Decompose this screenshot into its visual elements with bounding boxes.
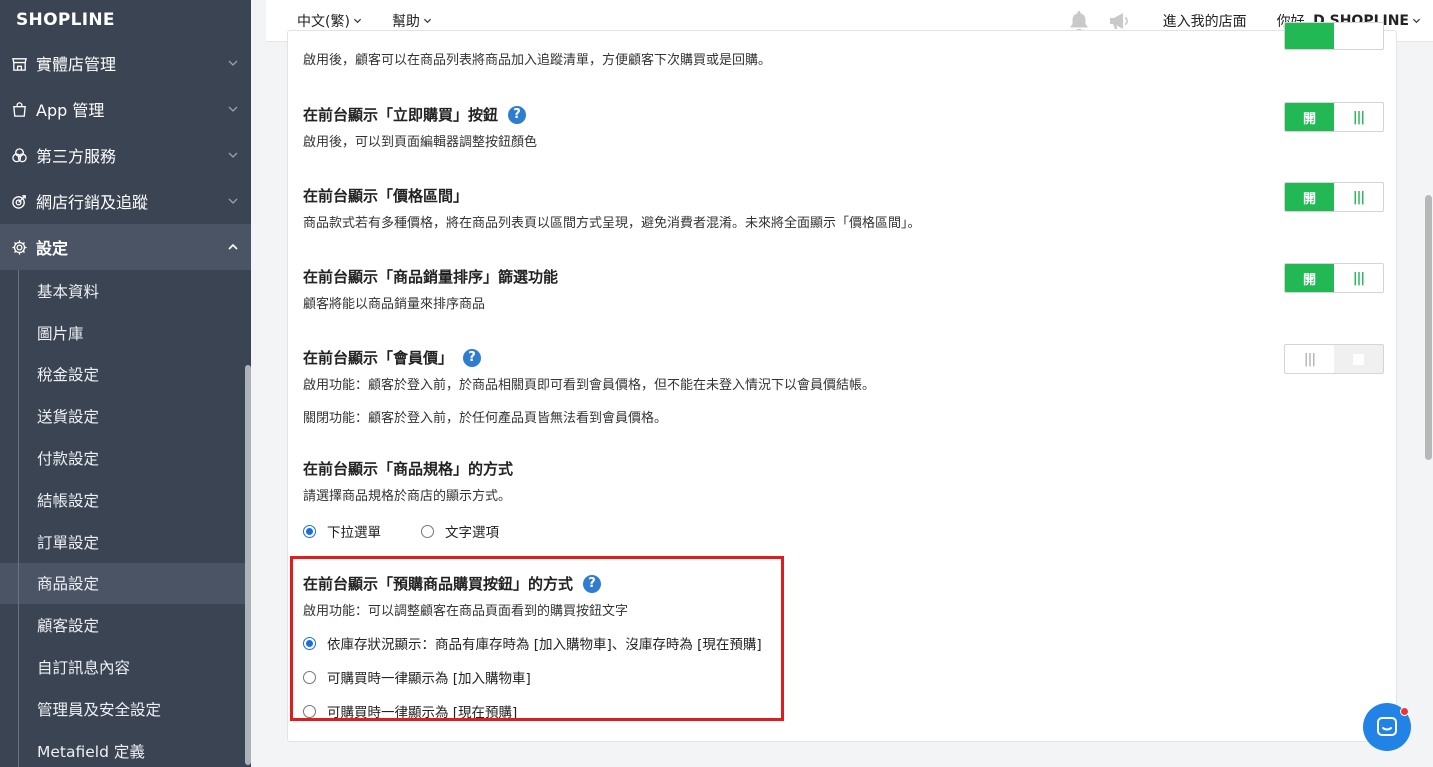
sidebar-item-label: 實體店管理 xyxy=(36,55,117,74)
wishlist-toggle[interactable] xyxy=(1284,22,1384,50)
toggle-on-label: 開 xyxy=(1285,103,1334,131)
toggle-grip-icon: ||| xyxy=(1352,109,1365,125)
toggle-on-part xyxy=(1285,23,1334,49)
sub-item-customer[interactable]: 顧客設定 xyxy=(0,604,251,646)
toggle-grip-icon: ||| xyxy=(1352,189,1365,205)
sub-item-basic-info[interactable]: 基本資料 xyxy=(0,270,251,312)
variation-options: 下拉選單 文字選項 xyxy=(303,521,513,541)
sidebar-item-label: App 管理 xyxy=(36,101,105,120)
help-label: 幫助 xyxy=(391,13,420,30)
toggle-off-slot xyxy=(1334,345,1383,373)
toggle-on-label: 開 xyxy=(1285,183,1334,211)
language-label: 中文(繁) xyxy=(297,13,350,30)
toggle-grip-icon: ||| xyxy=(1352,270,1365,286)
radio-dropdown[interactable] xyxy=(303,524,316,538)
chat-icon xyxy=(1377,717,1397,736)
target-icon xyxy=(10,192,28,210)
sub-item-metafield[interactable]: Metafield 定義 xyxy=(0,730,251,767)
sidebar-item-marketing[interactable]: 網店行銷及追蹤 xyxy=(0,178,251,224)
variation-desc: 請選擇商品規格於商店的顯示方式。 xyxy=(303,489,512,504)
sub-item-tax[interactable]: 稅金設定 xyxy=(0,354,251,396)
sub-item-order[interactable]: 訂單設定 xyxy=(0,521,251,563)
buy-now-setting: 在前台顯示「立即購買」按鈕 ? 啟用後，可以到頁面編輯器調整按鈕顏色 xyxy=(303,104,537,150)
sales-sort-setting: 在前台顯示「商品銷量排序」篩選功能 顧客將能以商品銷量來排序商品 xyxy=(303,266,558,312)
visit-store-link[interactable]: 進入我的店面 xyxy=(1163,11,1247,31)
highlight-box xyxy=(290,556,784,721)
sidebar-item-label: 設定 xyxy=(36,239,69,258)
chevron-down-icon xyxy=(228,198,238,204)
sidebar-item-app-management[interactable]: App 管理 xyxy=(0,86,251,132)
logo-area: SHOPLINE xyxy=(0,0,251,40)
buy-now-desc: 啟用後，可以到頁面編輯器調整按鈕顏色 xyxy=(303,135,538,150)
member-price-desc-off: 關閉功能：顧客於登入前，於任何產品頁皆無法看到會員價格。 xyxy=(303,411,668,426)
sales-sort-title: 在前台顯示「商品銷量排序」篩選功能 xyxy=(303,268,559,286)
wishlist-setting: 啟用後，顧客可以在商品列表將商品加入追蹤清單，方便顧客下次購買或是回購。 xyxy=(303,49,771,68)
radio-text-option[interactable] xyxy=(421,524,434,538)
toggle-on-label: 開 xyxy=(1285,264,1334,292)
sidebar-item-third-party[interactable]: 第三方服務 xyxy=(0,132,251,178)
member-price-title-row: 在前台顯示「會員價」 ? xyxy=(303,347,875,368)
buy-now-toggle[interactable]: 開 ||| xyxy=(1284,102,1384,132)
chat-button[interactable] xyxy=(1363,703,1411,751)
member-price-desc-on: 啟用功能：顧客於登入前，於商品相關頁即可看到會員價格，但不能在未登入情況下以會員… xyxy=(303,378,876,393)
help-icon[interactable]: ? xyxy=(463,348,482,367)
member-price-title: 在前台顯示「會員價」 xyxy=(303,349,454,367)
price-range-title: 在前台顯示「價格區間」 xyxy=(303,187,469,205)
chevron-down-icon xyxy=(228,60,238,66)
sidebar-item-label: 第三方服務 xyxy=(36,147,117,166)
store-icon xyxy=(10,54,28,72)
sub-item-delivery[interactable]: 送貨設定 xyxy=(0,395,251,437)
sub-item-product[interactable]: 商品設定 xyxy=(0,562,251,605)
chevron-up-icon xyxy=(228,243,238,250)
main-scrollbar[interactable] xyxy=(1425,195,1432,460)
sales-sort-toggle[interactable]: 開 ||| xyxy=(1284,263,1384,293)
sidebar-scrollbar[interactable] xyxy=(245,365,251,765)
megaphone-icon[interactable] xyxy=(1107,9,1131,33)
sub-item-admin-security[interactable]: 管理員及安全設定 xyxy=(0,688,251,730)
buy-now-title-row: 在前台顯示「立即購買」按鈕 ? xyxy=(303,104,537,125)
chevron-down-icon xyxy=(423,18,432,24)
member-price-setting: 在前台顯示「會員價」 ? 啟用功能：顧客於登入前，於商品相關頁即可看到會員價格，… xyxy=(303,347,875,426)
price-range-toggle[interactable]: 開 ||| xyxy=(1284,182,1384,212)
sub-item-payment[interactable]: 付款設定 xyxy=(0,437,251,479)
chevron-down-icon xyxy=(228,106,238,112)
price-range-desc: 商品款式若有多種價格，將在商品列表頁以區間方式呈現，避免消費者混淆。未來將全面顯… xyxy=(303,216,921,231)
sub-item-checkout[interactable]: 結帳設定 xyxy=(0,479,251,521)
circles-icon xyxy=(10,146,28,164)
chevron-down-icon xyxy=(353,18,362,24)
chevron-down-icon xyxy=(1412,18,1421,24)
sub-item-custom-message[interactable]: 自訂訊息內容 xyxy=(0,646,251,688)
shopline-logo[interactable]: SHOPLINE xyxy=(16,10,115,30)
toggle-grip xyxy=(1334,23,1383,49)
toggle-grip-icon: ||| xyxy=(1303,351,1316,367)
sidebar: SHOPLINE 實體店管理 App 管理 第三方服務 網店行銷及追蹤 設定 基… xyxy=(0,0,251,767)
chevron-down-icon xyxy=(228,152,238,158)
sidebar-item-settings[interactable]: 設定 xyxy=(0,224,251,270)
radio-label: 下拉選單 xyxy=(327,525,381,541)
sidebar-item-retail-store[interactable]: 實體店管理 xyxy=(0,40,251,86)
sub-item-media-library[interactable]: 圖片庫 xyxy=(0,312,251,354)
gear-icon xyxy=(10,238,28,256)
sales-sort-desc: 顧客將能以商品銷量來排序商品 xyxy=(303,297,486,312)
settings-sub-nav: 基本資料 圖片庫 稅金設定 送貨設定 付款設定 結帳設定 訂單設定 商品設定 顧… xyxy=(0,270,251,767)
notification-dot xyxy=(1400,707,1409,716)
help-icon[interactable]: ? xyxy=(508,105,527,124)
variation-title: 在前台顯示「商品規格」的方式 xyxy=(303,460,514,478)
help-dropdown[interactable]: 幫助 xyxy=(377,11,447,31)
sidebar-item-label: 網店行銷及追蹤 xyxy=(36,193,149,212)
sidebar-nav: 實體店管理 App 管理 第三方服務 網店行銷及追蹤 設定 xyxy=(0,40,251,270)
buy-now-title: 在前台顯示「立即購買」按鈕 xyxy=(303,106,499,124)
price-range-setting: 在前台顯示「價格區間」 商品款式若有多種價格，將在商品列表頁以區間方式呈現，避免… xyxy=(303,185,921,231)
language-dropdown[interactable]: 中文(繁) xyxy=(266,11,377,31)
bell-icon[interactable] xyxy=(1067,9,1091,33)
member-price-toggle[interactable]: ||| xyxy=(1284,344,1384,374)
wishlist-desc: 啟用後，顧客可以在商品列表將商品加入追蹤清單，方便顧客下次購買或是回購。 xyxy=(303,53,772,68)
radio-label: 文字選項 xyxy=(445,525,499,541)
bag-icon xyxy=(10,100,28,118)
variation-setting: 在前台顯示「商品規格」的方式 請選擇商品規格於商店的顯示方式。 下拉選單 文字選… xyxy=(303,458,513,541)
